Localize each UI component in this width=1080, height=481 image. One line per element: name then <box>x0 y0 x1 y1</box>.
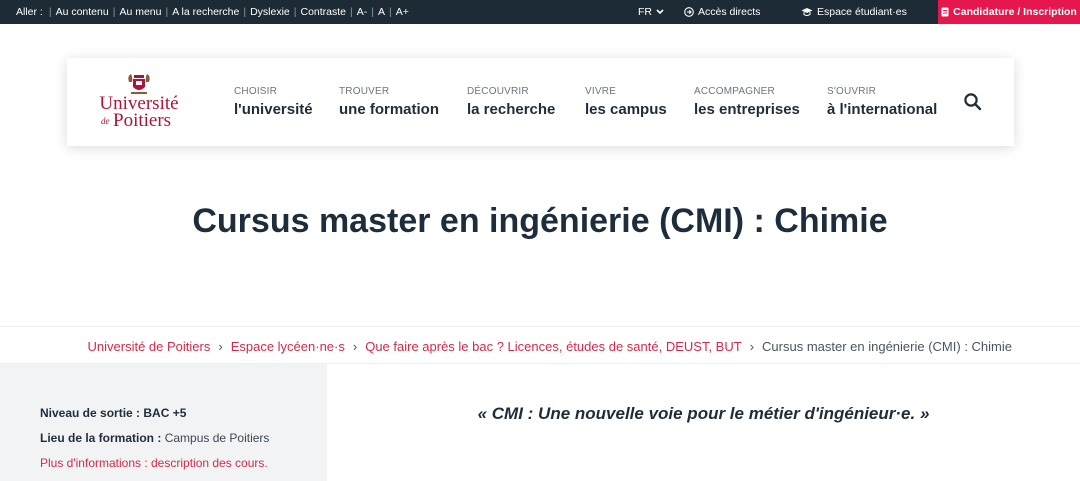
training-location: Lieu de la formation : Campus de Poitier… <box>40 431 269 445</box>
nav-item-campus[interactable]: VIVRE les campus <box>585 86 667 118</box>
font-reset-button[interactable]: A <box>378 6 385 18</box>
nav-item-international[interactable]: S'OUVRIR à l'international <box>827 86 937 118</box>
apply-button[interactable]: Candidature / Inscription <box>938 0 1080 24</box>
top-utility-bar: Aller : | Au contenu | Au menu | A la re… <box>0 0 1080 24</box>
nav-item-label: la recherche <box>467 101 556 118</box>
exit-level: Niveau de sortie : BAC +5 <box>40 406 186 420</box>
breadcrumb-link-after-bac[interactable]: Que faire après le bac ? Licences, étude… <box>365 339 741 354</box>
search-icon[interactable] <box>963 92 983 112</box>
chevron-down-icon <box>656 9 664 15</box>
nav-item-research[interactable]: DÉCOUVRIR la recherche <box>467 86 555 118</box>
contrast-toggle[interactable]: Contraste <box>301 6 347 18</box>
intro-quote: « CMI : Une nouvelle voie pour le métier… <box>477 404 930 423</box>
font-decrease-button[interactable]: A- <box>357 6 368 18</box>
exit-level-text: Niveau de sortie : BAC +5 <box>40 406 187 420</box>
location-value: Campus de Poitiers <box>164 431 270 445</box>
arrow-circle-icon <box>684 7 694 17</box>
nav-item-kicker: CHOISIR <box>234 86 278 97</box>
breadcrumb-link-lyceens[interactable]: Espace lycéen·ne·s <box>231 339 345 354</box>
skip-to-menu-link[interactable]: Au menu <box>119 6 161 18</box>
font-increase-button[interactable]: A+ <box>396 6 409 18</box>
nav-item-kicker: TROUVER <box>339 86 390 97</box>
logo-text-poitiers: Poitiers <box>113 110 172 131</box>
breadcrumb-current: Cursus master en ingénierie (CMI) : Chim… <box>762 338 1012 354</box>
chevron-right-icon: › <box>749 338 755 354</box>
document-icon <box>941 7 949 17</box>
student-space-label: Espace étudiant·es <box>817 6 907 18</box>
nav-item-label: les campus <box>585 101 667 118</box>
student-space-link[interactable]: Espace étudiant·es <box>801 0 907 24</box>
main-header: Université de Poitiers CHOISIR l'univers… <box>67 58 1014 146</box>
skip-to-content-link[interactable]: Au contenu <box>56 6 109 18</box>
direct-access-label: Accès directs <box>698 6 761 18</box>
accessibility-links: Aller : | Au contenu | Au menu | A la re… <box>16 6 409 18</box>
nav-item-label: une formation <box>339 101 439 118</box>
nav-item-label: les entreprises <box>694 101 800 118</box>
direct-access-button[interactable]: Accès directs <box>684 0 760 24</box>
nav-item-formation[interactable]: TROUVER une formation <box>339 86 439 118</box>
nav-item-label: l'université <box>234 101 313 118</box>
skip-to-search-link[interactable]: A la recherche <box>172 6 239 18</box>
dyslexia-toggle[interactable]: Dyslexie <box>250 6 290 18</box>
logo-text-de: de <box>101 116 110 126</box>
breadcrumb-link-home[interactable]: Université de Poitiers <box>88 339 211 354</box>
course-info-panel: Niveau de sortie : BAC +5 Lieu de la for… <box>0 364 327 481</box>
nav-item-kicker: DÉCOUVRIR <box>467 86 529 97</box>
page-title: Cursus master en ingénierie (CMI) : Chim… <box>192 202 888 240</box>
graduation-cap-icon <box>801 8 813 16</box>
university-logo[interactable]: Université de Poitiers <box>91 72 187 134</box>
nav-item-kicker: ACCOMPAGNER <box>694 86 775 97</box>
course-description-link[interactable]: Plus d'informations : description des co… <box>40 456 268 470</box>
location-label: Lieu de la formation : <box>40 431 162 445</box>
access-label: Aller : <box>16 6 43 18</box>
chevron-right-icon: › <box>218 338 223 354</box>
language-selector[interactable]: FR <box>638 0 664 24</box>
breadcrumb: Université de Poitiers › Espace lycéen·n… <box>0 326 1080 364</box>
nav-item-label: à l'international <box>827 101 938 118</box>
nav-item-kicker: S'OUVRIR <box>827 86 877 97</box>
nav-item-university[interactable]: CHOISIR l'université <box>234 86 313 118</box>
nav-item-companies[interactable]: ACCOMPAGNER les entreprises <box>694 86 800 118</box>
language-label: FR <box>638 6 652 18</box>
chevron-right-icon: › <box>352 338 358 354</box>
apply-label: Candidature / Inscription <box>953 6 1077 18</box>
nav-item-kicker: VIVRE <box>585 86 617 97</box>
